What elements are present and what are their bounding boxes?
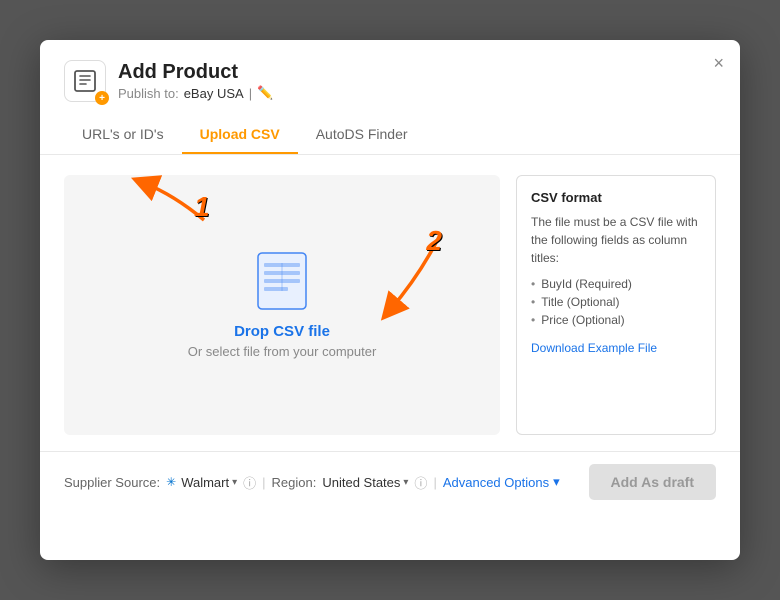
product-icon: + <box>64 60 106 102</box>
tabs: URL's or ID's Upload CSV AutoDS Finder <box>64 116 716 154</box>
list-item: Price (Optional) <box>531 311 701 329</box>
drop-csv-label[interactable]: Drop CSV file <box>234 323 330 340</box>
supplier-label: Supplier Source: <box>64 475 160 490</box>
plus-badge: + <box>95 91 109 105</box>
region-value: United States <box>322 475 400 490</box>
csv-format-title: CSV format <box>531 190 701 205</box>
edit-icon[interactable]: ✏️ <box>257 85 273 101</box>
divider-2: | <box>433 475 436 490</box>
region-info-icon[interactable]: ⓘ <box>414 473 427 492</box>
modal-body: 1 2 <box>40 155 740 451</box>
csv-format-description: The file must be a CSV file with the fol… <box>531 213 701 267</box>
page-title: Add Product <box>118 61 273 84</box>
supplier-info-icon[interactable]: ⓘ <box>243 473 256 492</box>
footer-bar: Supplier Source: ✳ Walmart ▾ ⓘ | Region:… <box>40 451 740 512</box>
modal-header: + Add Product Publish to: eBay USA | ✏️ … <box>40 40 740 155</box>
or-select-text: Or select file from your computer <box>188 344 377 359</box>
footer-left: Supplier Source: ✳ Walmart ▾ ⓘ | Region:… <box>64 473 560 492</box>
walmart-icon: ✳ <box>166 475 176 489</box>
region-chevron-icon: ▾ <box>403 477 408 488</box>
divider: | <box>262 475 265 490</box>
publish-value: eBay USA <box>184 86 244 101</box>
tab-upload-csv[interactable]: Upload CSV <box>182 116 298 154</box>
annotation-2: 2 <box>426 227 442 255</box>
publish-separator: | <box>249 86 252 101</box>
region-select[interactable]: United States ▾ <box>322 475 408 490</box>
annotation-1: 1 <box>194 193 210 221</box>
supplier-select[interactable]: ✳ Walmart ▾ <box>166 475 237 490</box>
advanced-options-chevron-icon: ▾ <box>553 474 560 490</box>
list-item: Title (Optional) <box>531 293 701 311</box>
advanced-options-label: Advanced Options <box>443 475 549 490</box>
tab-autods-finder[interactable]: AutoDS Finder <box>298 116 426 154</box>
add-as-draft-button[interactable]: Add As draft <box>589 464 716 500</box>
close-button[interactable]: × <box>713 54 724 72</box>
publish-label: Publish to: <box>118 86 179 101</box>
list-item: BuyId (Required) <box>531 275 701 293</box>
supplier-chevron-icon: ▾ <box>232 477 237 488</box>
download-example-link[interactable]: Download Example File <box>531 341 657 355</box>
advanced-options-toggle[interactable]: Advanced Options ▾ <box>443 474 560 490</box>
csv-info-panel: CSV format The file must be a CSV file w… <box>516 175 716 435</box>
supplier-value: Walmart <box>181 475 229 490</box>
csv-file-icon <box>256 251 308 311</box>
csv-fields-list: BuyId (Required) Title (Optional) Price … <box>531 275 701 329</box>
region-label: Region: <box>272 475 317 490</box>
tab-urls[interactable]: URL's or ID's <box>64 116 182 154</box>
add-product-modal: × + Add Product Publish to: eBay USA | ✏… <box>40 40 740 560</box>
upload-area[interactable]: 1 2 <box>64 175 500 435</box>
